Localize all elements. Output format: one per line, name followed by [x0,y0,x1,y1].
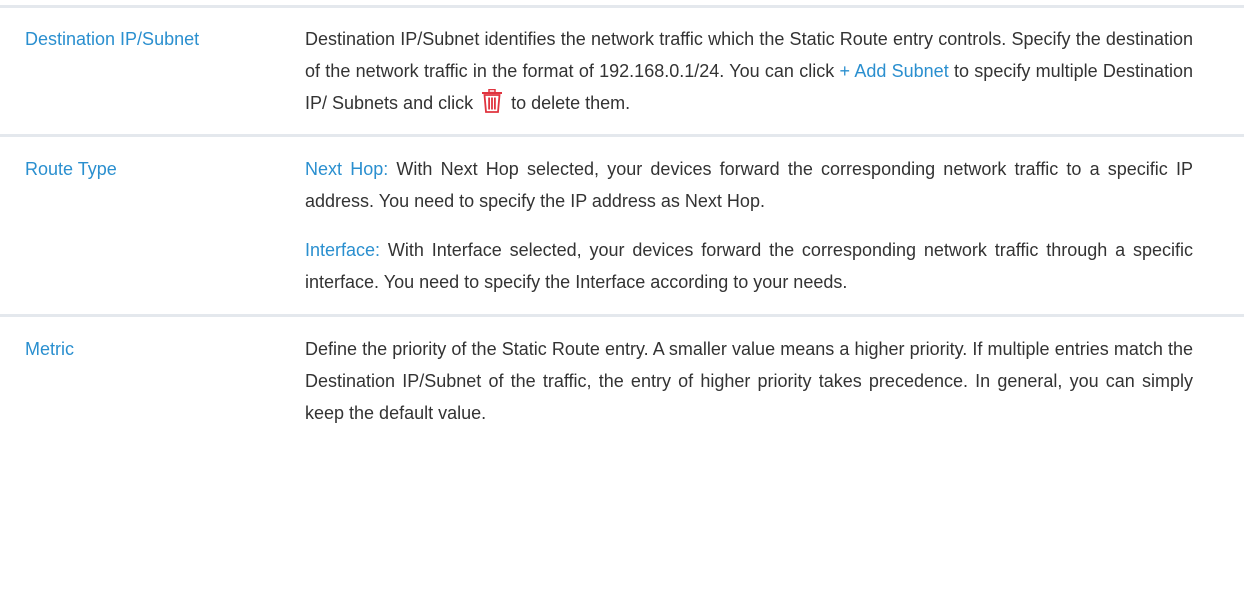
desc-paragraph: Destination IP/Subnet identifies the net… [305,23,1193,119]
term-destination-ip-subnet: Destination IP/Subnet [25,29,200,49]
desc-destination-ip-subnet: Destination IP/Subnet identifies the net… [305,23,1193,119]
trash-icon [481,88,503,113]
term-route-type: Route Type [25,159,117,179]
table-row-route-type: Route Type Next Hop: With Next Hop selec… [0,137,1244,317]
desc-route-type: Next Hop: With Next Hop selected, your d… [305,153,1193,298]
desc-text-3: to delete them. [506,93,631,113]
table-row-metric: Metric Define the priority of the Static… [0,317,1244,445]
interface-text: With Interface selected, your devices fo… [305,240,1193,292]
table-row-destination: Destination IP/Subnet Destination IP/Sub… [0,8,1244,137]
next-hop-text: With Next Hop selected, your devices for… [305,159,1193,211]
term-metric: Metric [25,339,74,359]
metric-paragraph: Define the priority of the Static Route … [305,339,1193,423]
next-hop-label: Next Hop: [305,159,389,179]
desc-metric: Define the priority of the Static Route … [305,333,1193,429]
parameter-table: Destination IP/Subnet Destination IP/Sub… [0,0,1244,445]
interface-label: Interface: [305,240,381,260]
interface-paragraph: Interface: With Interface selected, your… [305,234,1193,298]
add-subnet-link: + Add Subnet [839,61,949,81]
next-hop-paragraph: Next Hop: With Next Hop selected, your d… [305,153,1193,217]
